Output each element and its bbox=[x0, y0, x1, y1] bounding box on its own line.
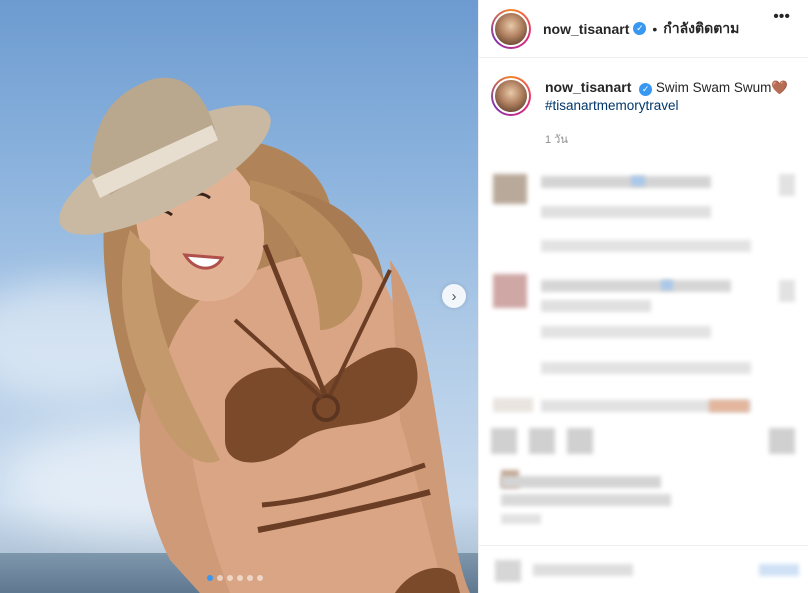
separator: • bbox=[652, 20, 658, 37]
obscured-avatar bbox=[493, 174, 527, 204]
obscured-share-icon bbox=[567, 428, 593, 454]
obscured-comment-input bbox=[533, 564, 633, 576]
brown-heart-emoji: 🤎 bbox=[771, 80, 789, 95]
obscured-comments bbox=[479, 160, 808, 593]
caption: now_tisanart ✓ Swim Swam Swum🤎 #tisanart… bbox=[479, 58, 808, 116]
post-side-panel: now_tisanart ✓ • กำลังติดตาม ••• now_tis… bbox=[478, 0, 808, 593]
verified-badge-icon: ✓ bbox=[639, 82, 653, 96]
carousel-dot-active bbox=[207, 575, 213, 581]
post-photo[interactable]: › bbox=[0, 0, 478, 593]
following-button[interactable]: กำลังติดตาม bbox=[663, 18, 739, 40]
obscured-emoji-icon bbox=[495, 560, 521, 582]
obscured-comment-bar bbox=[479, 545, 808, 593]
caption-avatar[interactable] bbox=[491, 76, 531, 116]
chevron-right-icon: › bbox=[451, 287, 457, 305]
obscured-post-button bbox=[759, 564, 799, 576]
hashtag-link[interactable]: #tisanartmemorytravel bbox=[545, 97, 788, 115]
carousel-dot bbox=[237, 575, 243, 581]
obscured-avatar bbox=[493, 274, 527, 308]
carousel-dot bbox=[257, 575, 263, 581]
verified-badge-icon: ✓ bbox=[633, 22, 647, 35]
carousel-dot bbox=[247, 575, 253, 581]
carousel-next-button[interactable]: › bbox=[442, 284, 466, 308]
carousel-indicator bbox=[207, 575, 263, 581]
post-timestamp[interactable]: 1 วัน bbox=[545, 130, 808, 148]
carousel-dot bbox=[227, 575, 233, 581]
post-header: now_tisanart ✓ • กำลังติดตาม ••• bbox=[479, 0, 808, 58]
caption-text: now_tisanart ✓ Swim Swam Swum🤎 #tisanart… bbox=[545, 78, 788, 116]
carousel-dot bbox=[217, 575, 223, 581]
caption-body: Swim Swam Swum bbox=[655, 80, 772, 95]
more-options-icon[interactable]: ••• bbox=[773, 9, 790, 25]
avatar[interactable] bbox=[491, 8, 531, 49]
obscured-save-icon bbox=[769, 428, 795, 454]
caption-username[interactable]: now_tisanart bbox=[545, 79, 631, 95]
photo-subject bbox=[59, 77, 470, 593]
header-username[interactable]: now_tisanart bbox=[543, 21, 629, 37]
obscured-comment-icon bbox=[529, 428, 555, 454]
obscured-like-icon bbox=[491, 428, 517, 454]
